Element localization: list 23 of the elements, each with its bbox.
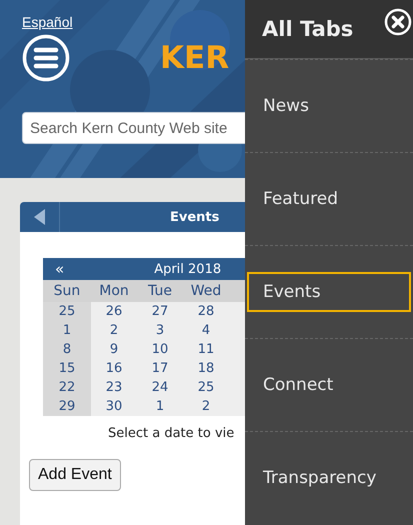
logo-text: KER	[160, 40, 230, 76]
month-label: April 2018	[154, 262, 222, 276]
panel-title: Events	[170, 210, 220, 224]
calendar-day[interactable]: 8	[43, 340, 91, 359]
calendar-day[interactable]: 15	[43, 359, 91, 378]
language-link[interactable]: Español	[22, 14, 73, 30]
drawer-tab[interactable]: Featured	[247, 179, 411, 219]
previous-button[interactable]: «	[43, 260, 64, 278]
calendar-day[interactable]: 22	[43, 378, 91, 397]
drawer-tab[interactable]: Events	[247, 272, 411, 312]
drawer-tab[interactable]: Transparency	[247, 458, 411, 498]
drawer-tab[interactable]: News	[247, 86, 411, 126]
drawer-title: All Tabs	[262, 17, 354, 41]
search-field[interactable]: Search Kern County Web site	[22, 112, 245, 144]
add-event-button[interactable]: Add Event	[29, 459, 121, 491]
hint-text: Select a date to vie	[108, 426, 236, 441]
calendar-day[interactable]: 29	[43, 397, 91, 416]
calendar-day[interactable]: 25	[43, 302, 91, 321]
drawer-tab[interactable]: Connect	[247, 365, 411, 405]
calendar-day[interactable]: 1	[43, 321, 91, 340]
menu-icon[interactable]	[22, 34, 70, 82]
close-icon[interactable]	[384, 8, 412, 36]
left-arrow-icon	[34, 209, 46, 225]
